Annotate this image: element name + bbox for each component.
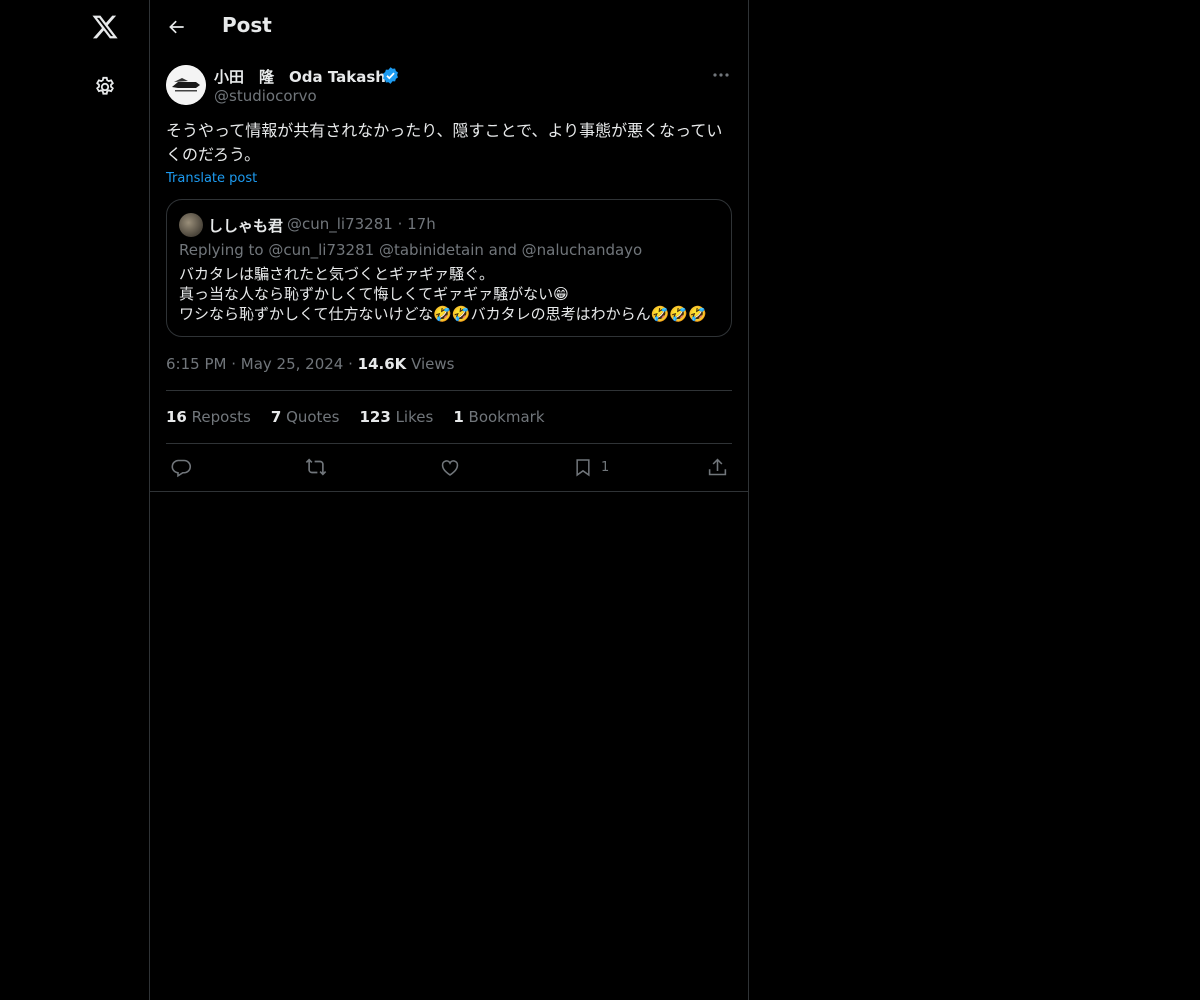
reply-targets: @cun_li73281 @tabinidetain and @naluchan… (268, 241, 643, 259)
engagement-stats: 16 Reposts 7 Quotes 123 Likes 1 Bookmark (166, 408, 545, 426)
share-button[interactable] (707, 456, 728, 478)
quoted-author-meta: @cun_li73281 · 17h (287, 215, 436, 233)
quotes-label: Quotes (286, 408, 340, 426)
translate-post-link[interactable]: Translate post (166, 171, 257, 186)
author-name[interactable]: 小田 隆 Oda Takashi (214, 66, 391, 87)
bookmark-button[interactable]: 1 (573, 456, 609, 478)
share-icon (708, 458, 727, 475)
like-icon (441, 459, 459, 476)
quoted-post-age: 17h (407, 215, 436, 233)
quoted-author-handle: @cun_li73281 (287, 215, 393, 233)
quoted-avatar (179, 213, 203, 237)
x-logo-icon[interactable] (89, 11, 121, 43)
bookmark-count: 1 (601, 459, 610, 475)
quoted-post[interactable]: ししゃも君 @cun_li73281 · 17h Replying to @cu… (166, 199, 732, 337)
repost-icon (305, 458, 327, 476)
reposts-label: Reposts (191, 408, 251, 426)
divider (166, 390, 732, 391)
bookmark-icon (576, 458, 590, 476)
bookmarks-stat[interactable]: 1 Bookmark (453, 408, 544, 426)
quoted-author-name: ししゃも君 (208, 217, 284, 235)
likes-label: Likes (395, 408, 434, 426)
bookmarks-label: Bookmark (468, 408, 545, 426)
post-date[interactable]: May 25, 2024 (241, 355, 344, 373)
bookmarks-count: 1 (453, 408, 464, 426)
post-text: そうやって情報が共有されなかったり、隠すことで、より事態が悪くなっていくのだろう… (166, 121, 723, 164)
quotes-stat[interactable]: 7 Quotes (271, 408, 340, 426)
likes-stat[interactable]: 123 Likes (359, 408, 433, 426)
back-arrow-icon[interactable] (164, 14, 190, 40)
reply-button[interactable] (171, 456, 192, 478)
quoted-text-line: バカタレは騙されたと気づくとギァギァ騒ぐ。 (179, 265, 495, 283)
views-label: Views (411, 355, 455, 373)
quoted-text-line: 真っ当な人なら恥ずかしくて悔しくてギァギァ騒がない😁 (179, 285, 569, 303)
avatar[interactable] (166, 65, 206, 105)
settings-gear-icon[interactable] (91, 73, 119, 101)
likes-count: 123 (359, 408, 391, 426)
more-icon[interactable] (710, 65, 732, 85)
author-handle[interactable]: @studiocorvo (214, 87, 317, 105)
post-meta: 6:15 PM · May 25, 2024 · 14.6K Views (166, 355, 455, 373)
verified-badge-icon (381, 66, 400, 85)
page-header: Post (150, 0, 748, 53)
reposts-count: 16 (166, 408, 187, 426)
main-column: Post 小田 隆 Oda Takashi @studiocorvo そうやって… (149, 0, 749, 1000)
left-nav (0, 0, 150, 1000)
quoted-text-line: ワシなら恥ずかしくて仕方ないけどな🤣🤣バカタレの思考はわからん🤣🤣🤣 (179, 305, 707, 323)
repost-button[interactable] (304, 456, 328, 478)
reposts-stat[interactable]: 16 Reposts (166, 408, 251, 426)
post-author: 小田 隆 Oda Takashi @studiocorvo (166, 65, 732, 107)
like-button[interactable] (439, 456, 461, 478)
quoted-reply-context: Replying to @cun_li73281 @tabinidetain a… (179, 241, 642, 259)
post-time[interactable]: 6:15 PM (166, 355, 226, 373)
quoted-post-text: バカタレは騙されたと気づくとギァギァ騒ぐ。 真っ当な人なら恥ずかしくて悔しくてギ… (179, 264, 724, 324)
page-title: Post (222, 13, 272, 37)
quotes-count: 7 (270, 408, 282, 426)
action-bar: 1 (150, 444, 748, 491)
divider (150, 491, 748, 492)
views-count: 14.6K (357, 355, 407, 373)
reply-icon (171, 459, 192, 477)
reply-prefix: Replying to (179, 241, 264, 259)
